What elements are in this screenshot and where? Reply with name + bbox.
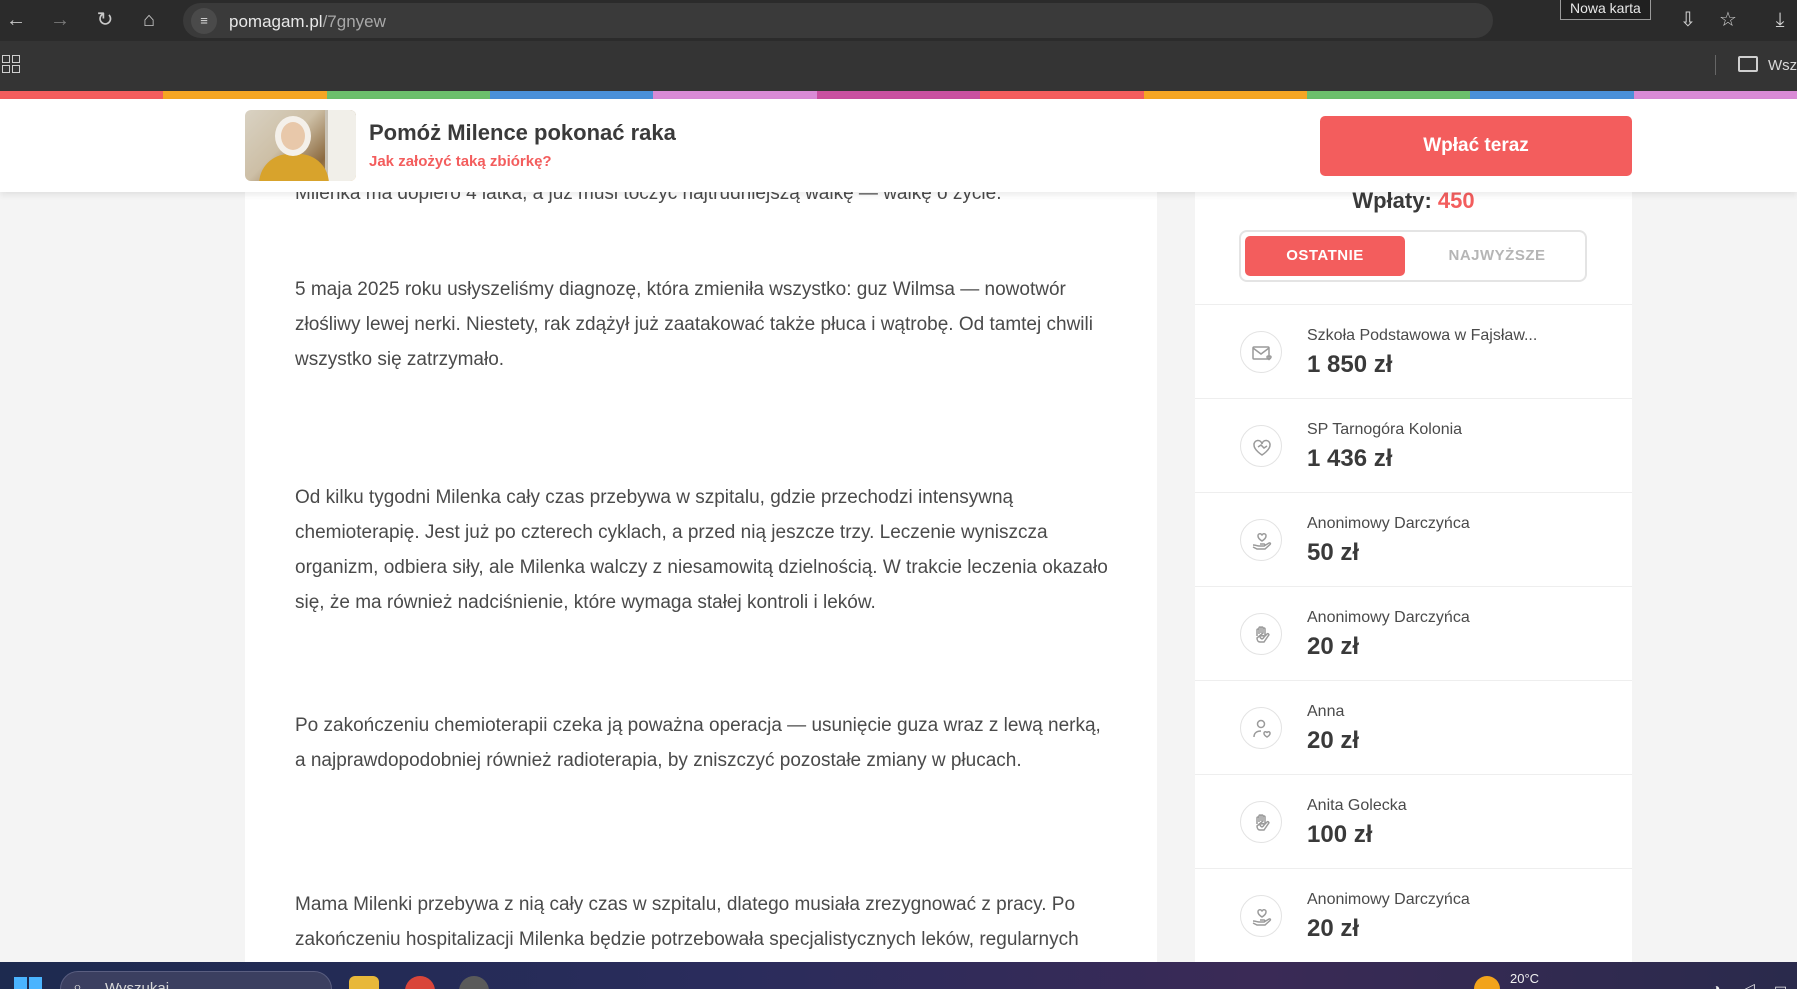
story-paragraph: 5 maja 2025 roku usłyszeliśmy diagnozę, …: [295, 279, 1093, 370]
network-icon[interactable]: ◔: [1712, 980, 1720, 989]
donor-name: Anna: [1307, 703, 1345, 720]
reload-icon[interactable]: ↻: [91, 6, 119, 34]
campaign-header: Pomóż Milence pokonać raka Jak założyć t…: [0, 99, 1797, 192]
weather-temperature[interactable]: 20°C: [1510, 971, 1539, 986]
person-heart-icon: [1240, 707, 1282, 749]
url-text[interactable]: pomagam.pl/7gnyew: [229, 12, 386, 32]
folder-icon[interactable]: [1738, 56, 1758, 72]
windows-taskbar: ⌕ Wyszukaj 20°C ◔ ◁ ▭: [0, 962, 1797, 989]
tab-highest[interactable]: NAJWYŻSZE: [1413, 236, 1581, 276]
donations-sidebar: Wpłaty: 450 OSTATNIE NAJWYŻSZE Szkoła Po…: [1195, 192, 1632, 962]
tab-recent[interactable]: OSTATNIE: [1245, 236, 1405, 276]
donation-amount: 20 zł: [1307, 727, 1360, 754]
search-icon: ⌕: [73, 979, 82, 989]
story-paragraph: Milenka ma dopiero 4 latka, a już musi t…: [295, 192, 1002, 204]
donations-sort-toggle: OSTATNIE NAJWYŻSZE: [1239, 230, 1587, 282]
donation-list-item: SP Tarnogóra Kolonia 1 436 zł: [1195, 399, 1632, 493]
donations-list: Szkoła Podstawowa w Fajsław... 1 850 zł SP…: [1195, 304, 1632, 962]
forward-icon[interactable]: →: [46, 6, 74, 34]
weather-icon[interactable]: [1474, 976, 1500, 989]
volume-icon[interactable]: ◁: [1744, 980, 1755, 989]
story-paragraph: Od kilku tygodni Milenka cały czas przeb…: [295, 487, 1108, 613]
story-paragraph: Mama Milenki przebywa z nią cały czas w …: [295, 894, 1079, 950]
taskbar-search-input[interactable]: ⌕ Wyszukaj: [60, 971, 332, 989]
hand-heart-icon: [1240, 519, 1282, 561]
campaign-title: Pomóż Milence pokonać raka: [369, 120, 676, 145]
star-icon[interactable]: ☆: [1716, 8, 1740, 32]
address-bar[interactable]: ≡ pomagam.pl/7gnyew: [183, 3, 1493, 38]
donation-list-item: Anonimowy Darczyńca 20 zł: [1195, 587, 1632, 681]
install-icon[interactable]: ⇩: [1676, 8, 1700, 32]
back-icon[interactable]: ←: [2, 6, 30, 34]
windows-start-icon[interactable]: [14, 977, 42, 989]
story-paragraph: Po zakończeniu chemioterapii czeka ją po…: [295, 715, 1101, 771]
chrome-icon[interactable]: [405, 976, 435, 989]
palm-heart-icon: [1240, 613, 1282, 655]
donation-amount: 20 zł: [1307, 915, 1360, 942]
donation-list-item: Anita Golecka 100 zł: [1195, 775, 1632, 869]
donor-name: Anonimowy Darczyńca: [1307, 891, 1470, 908]
rainbow-stripe: [0, 91, 1797, 99]
donation-list-item: Anonimowy Darczyńca 20 zł: [1195, 869, 1632, 962]
donation-amount: 1 436 zł: [1307, 445, 1393, 472]
donation-amount: 1 850 zł: [1307, 351, 1393, 378]
donor-name: Anita Golecka: [1307, 797, 1407, 814]
battery-icon[interactable]: ▭: [1774, 980, 1787, 989]
download-icon[interactable]: ⤓: [1768, 8, 1792, 32]
file-explorer-icon[interactable]: [349, 976, 379, 989]
home-icon[interactable]: ⌂: [135, 6, 163, 34]
campaign-thumbnail[interactable]: [245, 110, 356, 181]
create-fundraiser-link[interactable]: Jak założyć taką zbiórkę?: [369, 153, 552, 170]
browser-toolbar: ← → ↻ ⌂ ≡ pomagam.pl/7gnyew Nowa karta ⇩…: [0, 0, 1797, 41]
envelope-heart-icon: [1240, 331, 1282, 373]
donor-name: Anonimowy Darczyńca: [1307, 609, 1470, 626]
new-tab-tooltip: Nowa karta: [1560, 0, 1651, 20]
media-player-icon[interactable]: [459, 976, 489, 989]
bookmarks-separator: [1715, 55, 1716, 75]
palm-heart-icon: [1240, 801, 1282, 843]
story-section: Milenka ma dopiero 4 latka, a już musi t…: [245, 192, 1157, 962]
donor-name: Anonimowy Darczyńca: [1307, 515, 1470, 532]
donation-list-item: Anna 20 zł: [1195, 681, 1632, 775]
donation-amount: 20 zł: [1307, 633, 1360, 660]
hand-heart-icon: [1240, 895, 1282, 937]
apps-icon[interactable]: [2, 55, 20, 73]
donation-list-item: Szkoła Podstawowa w Fajsław... 1 850 zł: [1195, 305, 1632, 399]
donate-now-button[interactable]: Wpłać teraz: [1320, 116, 1632, 176]
site-info-icon[interactable]: ≡: [191, 8, 217, 34]
bookmarks-bar: Wszy: [0, 41, 1797, 91]
donor-name: Szkoła Podstawowa w Fajsław...: [1307, 327, 1538, 344]
contributions-count: Wpłaty: 450: [1352, 192, 1475, 213]
heart-handshake-icon: [1240, 425, 1282, 467]
donation-list-item: Anonimowy Darczyńca 50 zł: [1195, 493, 1632, 587]
bookmarks-folder-label[interactable]: Wszy: [1768, 57, 1797, 74]
donation-amount: 50 zł: [1307, 539, 1360, 566]
donation-amount: 100 zł: [1307, 821, 1373, 848]
donor-name: SP Tarnogóra Kolonia: [1307, 421, 1463, 438]
